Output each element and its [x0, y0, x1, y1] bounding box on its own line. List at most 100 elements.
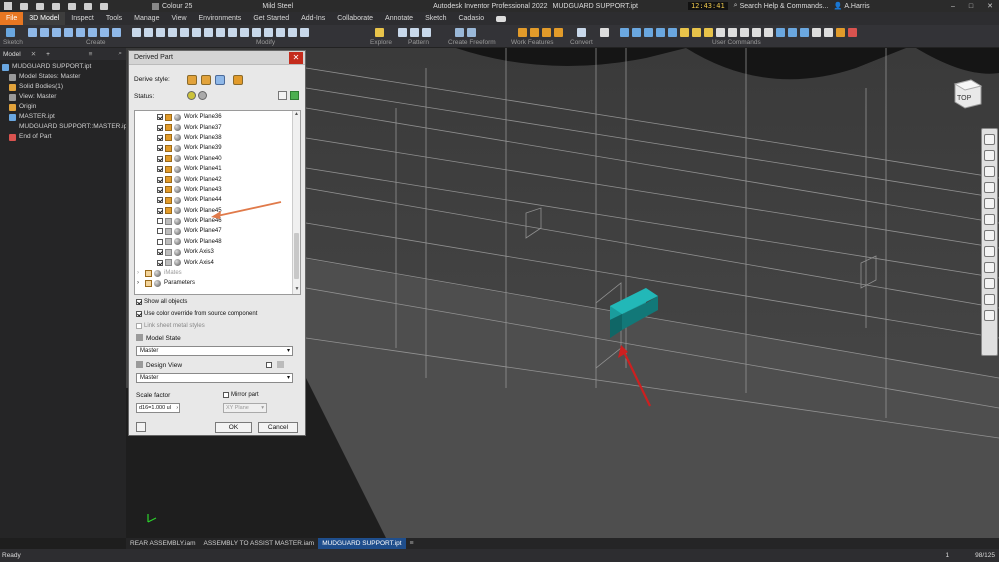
user-command-8-icon[interactable]	[692, 28, 701, 37]
derive-tree-item[interactable]: Work Plane38	[135, 133, 293, 143]
include-checkbox[interactable]	[157, 249, 163, 256]
tab-collaborate[interactable]: Collaborate	[331, 12, 379, 25]
chamfer-icon[interactable]	[156, 28, 165, 37]
look-at-icon[interactable]	[984, 198, 995, 209]
appearance-dropdown[interactable]: Colour 25	[152, 2, 192, 10]
scroll-up-icon[interactable]: ▲	[293, 111, 300, 119]
color-override-option[interactable]: Use color override from source component	[136, 311, 257, 317]
move-face-icon[interactable]	[240, 28, 249, 37]
plane-icon[interactable]	[518, 28, 527, 37]
browser-item[interactable]: MUDGUARD SUPPORT.ipt	[0, 62, 126, 72]
undo-icon[interactable]	[68, 2, 76, 10]
tab-annotate[interactable]: Annotate	[379, 12, 419, 25]
replace-face-icon[interactable]	[276, 28, 285, 37]
redo-icon[interactable]	[84, 2, 92, 10]
extrude-icon[interactable]	[28, 28, 37, 37]
include-checkbox[interactable]	[157, 238, 163, 245]
mirror-plane-select[interactable]: XY Plane ▾	[223, 403, 267, 413]
tab-add-ins[interactable]: Add-Ins	[295, 12, 331, 25]
ucs-icon[interactable]	[554, 28, 563, 37]
minimize-button[interactable]: –	[951, 3, 955, 10]
model-state-select[interactable]: Master ▾	[136, 346, 293, 356]
user-command-16-icon[interactable]	[788, 28, 797, 37]
doc-tab-rear-assembly[interactable]: REAR ASSEMBLY.iam	[126, 538, 200, 549]
maximize-button[interactable]: □	[969, 3, 973, 10]
status-check-icon[interactable]	[290, 91, 299, 100]
file-menu-icon[interactable]	[4, 2, 12, 10]
constrained-orbit-icon[interactable]	[984, 278, 995, 289]
tree-scrollbar[interactable]: ▲ ▼	[292, 111, 300, 294]
derive-tree-item[interactable]: Work Plane37	[135, 122, 293, 132]
explore-icon[interactable]	[375, 28, 384, 37]
tab-manage[interactable]: Manage	[128, 12, 165, 25]
browser-item[interactable]: Solid Bodies(1)	[0, 82, 126, 92]
freeform-box-icon[interactable]	[455, 28, 464, 37]
previous-view-icon[interactable]	[984, 294, 995, 305]
orbit-icon[interactable]	[984, 182, 995, 193]
select-from-base-icon[interactable]	[278, 91, 287, 100]
hole-icon[interactable]	[132, 28, 141, 37]
tab-get-started[interactable]: Get Started	[247, 12, 295, 25]
mirror-part-checkbox[interactable]	[223, 392, 229, 398]
zoom-selected-icon[interactable]	[984, 246, 995, 257]
split-icon[interactable]	[204, 28, 213, 37]
include-checkbox[interactable]	[157, 134, 163, 141]
search-input[interactable]: Search Help & Commands...	[740, 3, 832, 10]
scale-factor-arrow-icon[interactable]: ›	[176, 404, 178, 412]
user-icon[interactable]: 👤	[834, 2, 843, 10]
convert-to-sheet-metal-icon[interactable]	[577, 28, 586, 37]
link-sheet-metal-checkbox[interactable]	[136, 323, 142, 329]
include-checkbox[interactable]	[157, 207, 163, 214]
include-checkbox[interactable]	[157, 124, 163, 131]
status-marker-icon[interactable]	[165, 207, 172, 215]
search-icon[interactable]: ⌕	[734, 2, 738, 10]
browser-item[interactable]: View: Master	[0, 92, 126, 102]
status-exclude-icon[interactable]	[198, 91, 207, 100]
tab-sketch[interactable]: Sketch	[419, 12, 452, 25]
derive-icon[interactable]	[100, 28, 109, 37]
user-command-17-icon[interactable]	[800, 28, 809, 37]
scroll-down-icon[interactable]: ▼	[293, 286, 300, 294]
user-command-19-icon[interactable]	[824, 28, 833, 37]
point-icon[interactable]	[542, 28, 551, 37]
include-checkbox[interactable]	[157, 176, 163, 183]
thread-icon[interactable]	[192, 28, 201, 37]
derive-tree-item[interactable]: Work Plane36	[135, 112, 293, 122]
fillet-icon[interactable]	[144, 28, 153, 37]
status-marker-icon[interactable]	[165, 124, 172, 132]
include-checkbox[interactable]	[157, 259, 163, 266]
user-command-6-icon[interactable]	[668, 28, 677, 37]
tab-model[interactable]: Model	[3, 51, 21, 58]
tab-cadasio[interactable]: Cadasio	[452, 12, 490, 25]
browser-item[interactable]: Model States: Master	[0, 72, 126, 82]
scale-factor-input[interactable]: d16=1.000 ul ›	[136, 403, 180, 413]
status-marker-icon[interactable]	[165, 238, 172, 246]
user-command-4-icon[interactable]	[644, 28, 653, 37]
color-override-checkbox[interactable]	[136, 311, 142, 317]
tab-file[interactable]: File	[0, 12, 24, 25]
copy-object-icon[interactable]	[252, 28, 261, 37]
start-sketch-icon[interactable]	[6, 28, 15, 37]
user-command-12-icon[interactable]	[740, 28, 749, 37]
status-marker-icon[interactable]	[165, 144, 172, 152]
show-all-objects-checkbox[interactable]	[136, 299, 142, 305]
expand-icon[interactable]: ›	[137, 270, 145, 276]
ribbon-toggle-icon[interactable]	[496, 15, 507, 22]
derive-tree-item[interactable]: Work Plane40	[135, 154, 293, 164]
user-command-3-icon[interactable]	[632, 28, 641, 37]
tab-3d-model[interactable]: 3D Model	[23, 12, 66, 25]
derive-tree-item[interactable]: Work Plane42	[135, 174, 293, 184]
design-view-select[interactable]: Master ▾	[136, 373, 293, 383]
user-command-13-icon[interactable]	[752, 28, 761, 37]
user-command-9-icon[interactable]	[704, 28, 713, 37]
browser-search-icon[interactable]: ⌕	[118, 50, 122, 58]
rectangular-pattern-icon[interactable]	[398, 28, 407, 37]
show-all-objects-option[interactable]: Show all objects	[136, 299, 187, 305]
direct-edit-icon[interactable]	[288, 28, 297, 37]
user-command-5-icon[interactable]	[656, 28, 665, 37]
loft-icon[interactable]	[52, 28, 61, 37]
imates-node[interactable]: › iMates	[135, 268, 293, 278]
axis-icon[interactable]	[530, 28, 539, 37]
steering-wheel-icon[interactable]	[984, 134, 995, 145]
status-marker-icon[interactable]	[165, 165, 172, 173]
